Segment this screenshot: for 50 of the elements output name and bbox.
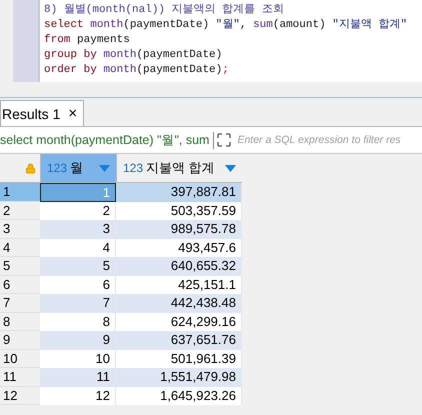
table-cell: 7 bbox=[40, 294, 116, 312]
row-number[interactable]: 4 bbox=[0, 238, 40, 257]
table-cell: 425,151.1 bbox=[116, 276, 242, 294]
dropdown-caret-icon[interactable] bbox=[99, 164, 110, 172]
row-number[interactable]: 12 bbox=[0, 386, 40, 405]
table-cell: 989,575.78 bbox=[116, 220, 242, 238]
row-number[interactable]: 5 bbox=[0, 257, 40, 276]
column-header[interactable]: 123 월 bbox=[40, 154, 116, 183]
code-line: group by month(paymentDate) bbox=[44, 48, 222, 63]
table-cell: 2 bbox=[40, 202, 116, 220]
row-number[interactable]: 6 bbox=[0, 276, 40, 294]
code-line: 8) 월별(month(nal)) 지불액의 합계를 조회 bbox=[44, 3, 284, 18]
code-line: order by month(paymentDate); bbox=[44, 63, 229, 78]
results-tab[interactable]: Results 1 × bbox=[0, 100, 84, 126]
table-cell: 5 bbox=[40, 257, 116, 276]
table-cell: 624,299.16 bbox=[116, 312, 242, 331]
table-cell: 1,551,479.98 bbox=[116, 368, 242, 386]
table-cell: 493,457.6 bbox=[116, 238, 242, 257]
sql-editor[interactable]: 8) 월별(month(nal)) 지불액의 합계를 조회 select month(paymentDate) "월", sum(amount) "지불액 합계" from payments group by month(paymentDate) order by month(paymentDate); bbox=[40, 0, 422, 82]
lock-icon bbox=[25, 162, 36, 174]
code-line: from payments bbox=[44, 33, 130, 48]
table-cell: 640,655.32 bbox=[116, 257, 242, 276]
row-number[interactable]: 1 bbox=[0, 183, 40, 202]
row-number[interactable]: 11 bbox=[0, 368, 40, 386]
table-cell: 8 bbox=[40, 312, 116, 331]
table-cell: 6 bbox=[40, 276, 116, 294]
table-cell: 1,645,923.26 bbox=[116, 386, 242, 405]
table-cell: 442,438.48 bbox=[116, 294, 242, 312]
row-number[interactable]: 7 bbox=[0, 294, 40, 312]
table-cell: 637,651.76 bbox=[116, 331, 242, 350]
table-cell: 501,961.39 bbox=[116, 350, 242, 368]
row-number[interactable]: 2 bbox=[0, 202, 40, 220]
row-number[interactable]: 10 bbox=[0, 350, 40, 368]
row-number[interactable]: 8 bbox=[0, 312, 40, 331]
dropdown-caret-icon[interactable] bbox=[225, 164, 236, 172]
table-cell: 12 bbox=[40, 386, 116, 405]
table-cell: 10 bbox=[40, 350, 116, 368]
table-cell: 1 bbox=[40, 183, 116, 202]
table-cell: 4 bbox=[40, 238, 116, 257]
expand-icon[interactable] bbox=[216, 132, 232, 148]
table-cell: 397,887.81 bbox=[116, 183, 242, 202]
row-number[interactable]: 9 bbox=[0, 331, 40, 350]
code-line: select month(paymentDate) "월", sum(amount) "지불액 합계" bbox=[44, 18, 408, 33]
table-cell: 3 bbox=[40, 220, 116, 238]
column-header[interactable]: 123 지불액 합계 bbox=[116, 154, 242, 183]
table-cell: 503,357.59 bbox=[116, 202, 242, 220]
table-cell: 11 bbox=[40, 368, 116, 386]
query-text: select month(paymentDate) "월", sum bbox=[0, 132, 214, 148]
table-cell: 9 bbox=[40, 331, 116, 350]
row-number[interactable]: 3 bbox=[0, 220, 40, 238]
